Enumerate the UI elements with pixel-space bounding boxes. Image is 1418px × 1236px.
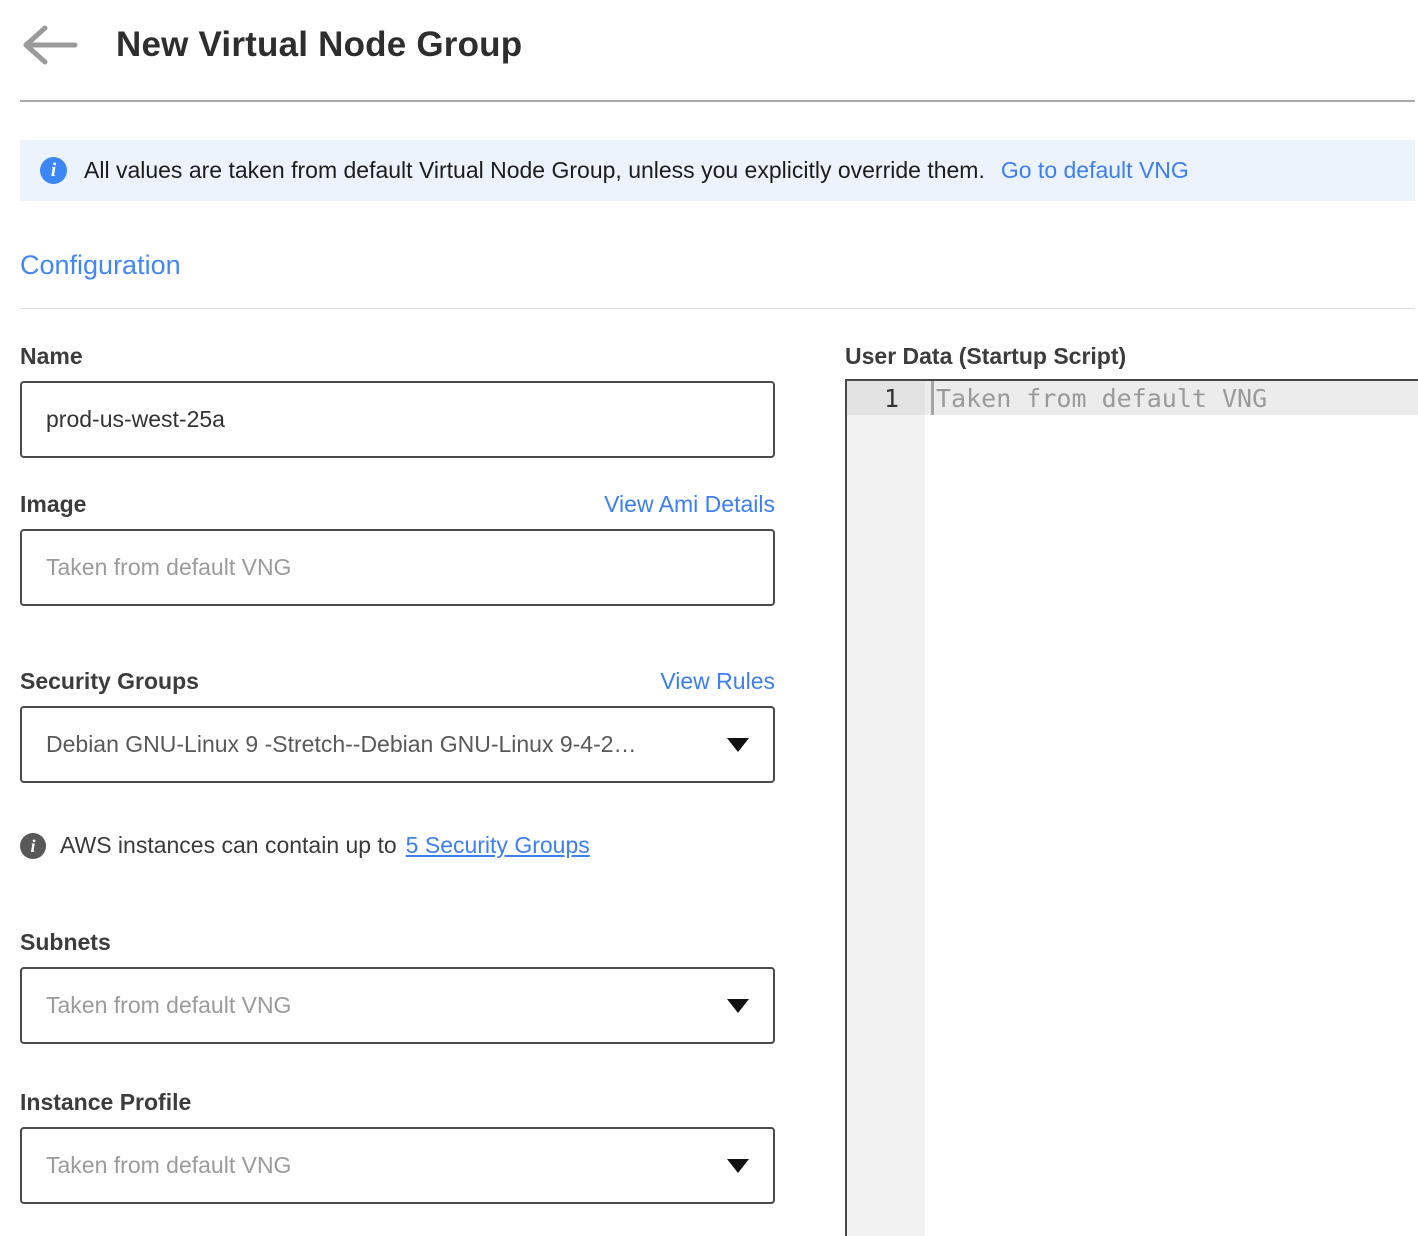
editor-gutter: 1 [847, 381, 925, 1236]
image-field: Image View Ami Details [20, 490, 775, 606]
page-header: New Virtual Node Group [0, 0, 1418, 66]
user-data-label: User Data (Startup Script) [845, 342, 1126, 370]
security-groups-select[interactable]: Debian GNU-Linux 9 -Stretch--Debian GNU-… [20, 706, 775, 783]
back-arrow-icon[interactable] [20, 24, 78, 66]
name-label: Name [20, 342, 83, 370]
caret-down-icon [727, 999, 749, 1013]
editor-active-line: Taken from default VNG [925, 381, 1418, 415]
name-input[interactable] [20, 381, 775, 458]
go-to-default-vng-link[interactable]: Go to default VNG [1001, 157, 1189, 184]
user-data-editor[interactable]: 1 Taken from default VNG [845, 379, 1418, 1236]
caret-down-icon [727, 1159, 749, 1173]
editor-content[interactable]: Taken from default VNG [925, 381, 1418, 1236]
name-field: Name [20, 342, 775, 458]
security-note-text: AWS instances can contain up to [60, 832, 397, 859]
subnets-field: Subnets Taken from default VNG [20, 928, 775, 1044]
instance-profile-field: Instance Profile Taken from default VNG [20, 1088, 775, 1204]
banner-text: All values are taken from default Virtua… [84, 157, 985, 184]
user-data-section: User Data (Startup Script) 1 Taken from … [845, 342, 1418, 1236]
security-groups-selected-value: Debian GNU-Linux 9 -Stretch--Debian GNU-… [46, 731, 637, 758]
section-divider [20, 308, 1415, 309]
subnets-label: Subnets [20, 928, 111, 956]
info-icon-gray: i [20, 833, 46, 859]
caret-down-icon [727, 738, 749, 752]
configuration-form: Name Image View Ami Details Security Gro… [20, 342, 775, 1204]
section-title-configuration: Configuration [20, 249, 1418, 282]
content-columns: Name Image View Ami Details Security Gro… [20, 342, 1418, 1236]
security-groups-label: Security Groups [20, 667, 199, 695]
subnets-placeholder: Taken from default VNG [46, 992, 291, 1019]
info-banner: i All values are taken from default Virt… [20, 140, 1415, 201]
view-ami-details-link[interactable]: View Ami Details [604, 490, 775, 518]
instance-profile-placeholder: Taken from default VNG [46, 1152, 291, 1179]
image-label: Image [20, 490, 86, 518]
text-cursor-icon [931, 381, 934, 415]
info-icon: i [40, 157, 67, 184]
instance-profile-label: Instance Profile [20, 1088, 191, 1116]
view-rules-link[interactable]: View Rules [660, 667, 775, 695]
subnets-select[interactable]: Taken from default VNG [20, 967, 775, 1044]
line-number: 1 [847, 381, 925, 415]
security-groups-note: i AWS instances can contain up to 5 Secu… [20, 832, 775, 859]
security-groups-count-link[interactable]: 5 Security Groups [406, 832, 590, 859]
editor-placeholder: Taken from default VNG [936, 384, 1267, 413]
instance-profile-select[interactable]: Taken from default VNG [20, 1127, 775, 1204]
header-divider [20, 100, 1415, 102]
image-input[interactable] [20, 529, 775, 606]
security-groups-field: Security Groups View Rules Debian GNU-Li… [20, 667, 775, 783]
page-title: New Virtual Node Group [116, 25, 522, 65]
